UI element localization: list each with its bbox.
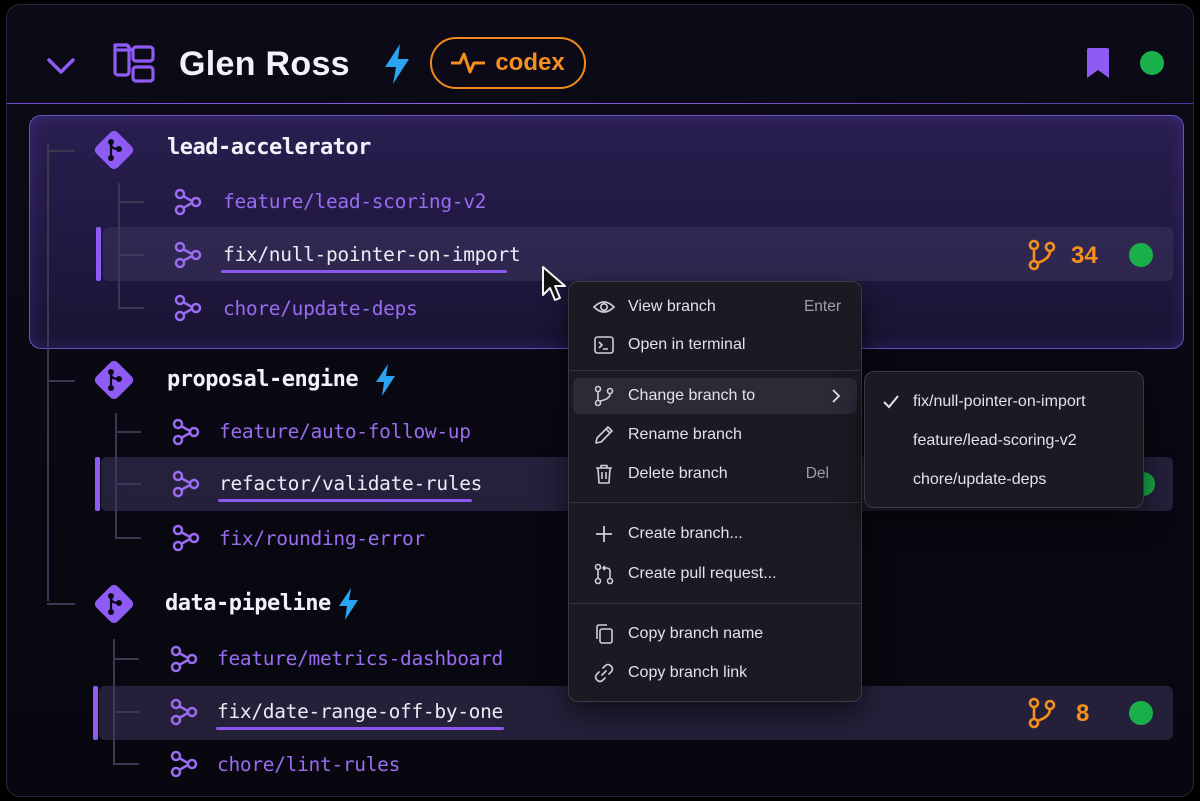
mouse-pointer-icon <box>542 266 566 301</box>
folder-tree-icon <box>113 43 155 83</box>
branch-icon <box>172 524 200 552</box>
change-count: 34 <box>1071 242 1098 269</box>
agent-badge[interactable]: codex <box>430 37 586 89</box>
active-branch-indicator <box>96 227 101 281</box>
branch-name[interactable]: chore/lint-rules <box>217 753 400 776</box>
active-branch-underline <box>221 270 507 273</box>
branch-name[interactable]: feature/auto-follow-up <box>219 420 471 443</box>
branch-icon <box>170 750 198 778</box>
pull-request-icon <box>594 563 614 585</box>
menu-item-rename-branch[interactable]: Rename branch <box>573 417 857 453</box>
change-branch-submenu: fix/null-pointer-on-import feature/lead-… <box>864 371 1144 508</box>
git-repo-icon <box>94 130 134 170</box>
branch-icon <box>172 418 200 446</box>
activity-pulse-icon <box>451 52 486 74</box>
tree-line <box>47 143 49 601</box>
copy-icon <box>596 624 613 644</box>
tree-line <box>118 307 144 309</box>
tree-line <box>47 150 75 152</box>
active-branch-indicator <box>93 686 98 740</box>
branch-context-menu: View branch Enter Open in terminal Chang… <box>568 281 862 702</box>
eye-icon <box>593 301 615 313</box>
branch-name[interactable]: chore/update-deps <box>223 297 418 320</box>
branch-name[interactable]: fix/rounding-error <box>219 527 425 550</box>
branch-status-dot <box>1129 243 1153 267</box>
tree-line <box>113 658 139 660</box>
shortcut-label: Enter <box>803 298 841 315</box>
submenu-item-branch[interactable]: chore/update-deps <box>865 462 1143 498</box>
tree-line <box>47 603 75 605</box>
branch-icon <box>172 470 200 498</box>
agent-badge-label: codex <box>495 49 565 76</box>
trash-icon <box>596 464 612 484</box>
tree-line <box>115 431 141 433</box>
connection-status-dot <box>1140 51 1164 75</box>
repo-name[interactable]: proposal-engine <box>167 367 359 392</box>
menu-item-delete-branch[interactable]: Delete branch Del <box>573 456 857 492</box>
menu-item-copy-branch-name[interactable]: Copy branch name <box>573 616 857 652</box>
menu-item-create-pull-request[interactable]: Create pull request... <box>573 556 857 592</box>
shortcut-label: Del <box>805 465 829 482</box>
chevron-right-icon <box>832 389 841 403</box>
menu-item-copy-branch-link[interactable]: Copy branch link <box>573 655 857 691</box>
active-branch-underline <box>218 499 472 502</box>
pencil-icon <box>595 426 613 444</box>
repo-name[interactable]: lead-accelerator <box>167 135 371 160</box>
git-repo-icon <box>94 584 134 624</box>
active-branch-underline <box>216 727 504 730</box>
branch-icon <box>174 188 202 216</box>
menu-separator <box>570 502 860 503</box>
project-title: Glen Ross <box>179 45 350 83</box>
terminal-icon <box>594 336 614 354</box>
plus-icon <box>596 526 612 542</box>
chevron-down-icon[interactable] <box>41 45 81 85</box>
tree-line <box>115 537 141 539</box>
branch-name-active[interactable]: fix/date-range-off-by-one <box>217 700 503 723</box>
menu-separator <box>570 603 860 604</box>
branch-name-active[interactable]: refactor/validate-rules <box>219 472 482 495</box>
branch-icon <box>174 241 202 269</box>
menu-separator <box>570 370 860 371</box>
branch-icon <box>170 698 198 726</box>
active-branch-indicator <box>95 457 100 511</box>
branch-icon <box>174 294 202 322</box>
tree-line <box>47 380 75 382</box>
bookmark-icon[interactable] <box>1085 47 1111 79</box>
tree-line <box>113 763 139 765</box>
branch-icon <box>170 645 198 673</box>
app-window: Glen Ross codex lead-accelerator feature <box>6 4 1194 797</box>
checkmark-icon <box>883 395 899 409</box>
lightning-bolt-icon <box>385 44 409 84</box>
branch-name[interactable]: feature/lead-scoring-v2 <box>223 190 486 213</box>
git-merge-icon <box>1028 697 1056 729</box>
lightning-bolt-icon <box>339 588 358 620</box>
submenu-item-branch[interactable]: feature/lead-scoring-v2 <box>865 423 1143 459</box>
submenu-item-branch[interactable]: fix/null-pointer-on-import <box>865 384 1143 420</box>
link-icon <box>594 663 614 683</box>
lightning-bolt-icon <box>376 364 395 396</box>
git-merge-icon <box>1028 239 1056 271</box>
branch-name-active[interactable]: fix/null-pointer-on-import <box>223 243 521 266</box>
branch-status-dot <box>1129 701 1153 725</box>
menu-item-create-branch[interactable]: Create branch... <box>573 516 857 552</box>
menu-item-view-branch[interactable]: View branch Enter <box>573 289 857 325</box>
branch-name[interactable]: feature/metrics-dashboard <box>217 647 503 670</box>
branch-icon <box>594 385 614 407</box>
tree-line <box>118 201 144 203</box>
repo-name[interactable]: data-pipeline <box>165 591 331 616</box>
git-repo-icon <box>94 360 134 400</box>
menu-item-change-branch[interactable]: Change branch to <box>573 378 857 414</box>
menu-item-open-terminal[interactable]: Open in terminal <box>573 327 857 363</box>
change-count: 8 <box>1076 700 1090 727</box>
